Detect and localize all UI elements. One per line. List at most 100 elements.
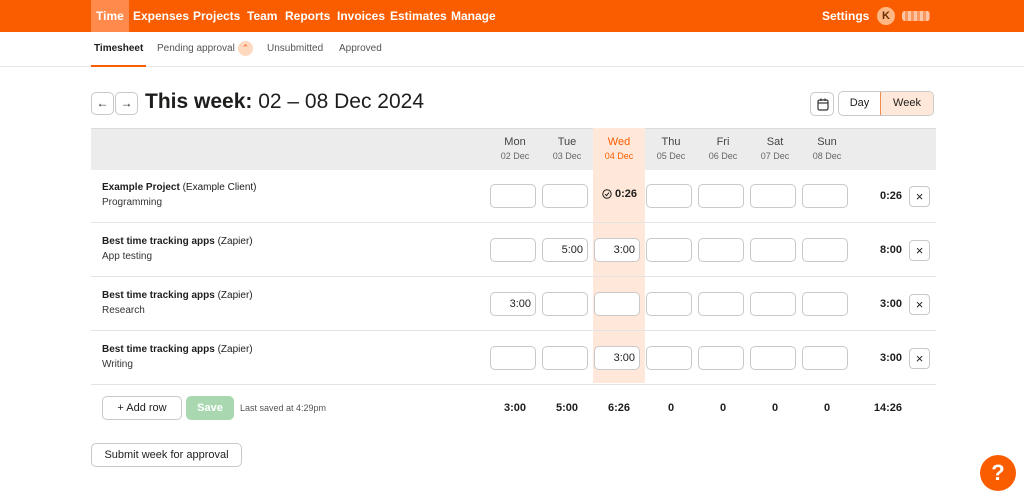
project-name: Best time tracking apps (102, 344, 215, 355)
time-entry-input[interactable] (750, 292, 796, 316)
project-name: Example Project (102, 182, 180, 193)
submit-week-button[interactable]: Submit week for approval (91, 443, 242, 467)
day-header-name: Thu (661, 136, 681, 148)
tab-approved[interactable]: Approved (336, 32, 385, 67)
user-avatar[interactable]: K (877, 7, 895, 25)
nav-estimates[interactable]: Estimates (385, 0, 452, 32)
tab-timesheet[interactable]: Timesheet (91, 32, 147, 67)
day-total: 6:26 (607, 402, 631, 414)
page-title: This week: 02 – 08 Dec 2024 (145, 90, 424, 114)
time-entry-input[interactable] (698, 238, 744, 262)
nav-projects[interactable]: Projects (188, 0, 245, 32)
nav-time[interactable]: Time (91, 0, 129, 32)
delete-row-button[interactable]: × (909, 240, 930, 261)
day-view-button[interactable]: Day (839, 92, 880, 115)
time-entry-input[interactable] (594, 292, 640, 316)
time-entry-input[interactable]: 5:00 (542, 238, 588, 262)
time-entry-input[interactable] (802, 292, 848, 316)
time-entry-input[interactable] (802, 346, 848, 370)
day-total: 0 (667, 402, 675, 414)
nav-expenses[interactable]: Expenses (128, 0, 194, 32)
nav-team[interactable]: Team (242, 0, 282, 32)
day-header-date: 03 Dec (552, 151, 582, 161)
row-project: Best time tracking apps (Zapier) (102, 290, 253, 301)
row-total: 3:00 (879, 352, 902, 364)
day-header-date: 04 Dec (604, 151, 634, 161)
tab-unsubmitted[interactable]: Unsubmitted (264, 32, 326, 67)
nav-invoices[interactable]: Invoices (332, 0, 390, 32)
row-total: 8:00 (879, 244, 902, 256)
day-total: 0 (771, 402, 779, 414)
running-timer[interactable]: 0:26 (602, 188, 637, 200)
time-entry-input[interactable] (698, 184, 744, 208)
calendar-button[interactable] (810, 92, 834, 116)
settings-link[interactable]: Settings (817, 0, 874, 32)
timesheet-subnav: Timesheet Pending approval ⌃ Unsubmitted … (0, 32, 1024, 67)
day-total: 0 (823, 402, 831, 414)
row-project: Best time tracking apps (Zapier) (102, 344, 253, 355)
client-name: (Zapier) (217, 344, 253, 355)
day-header-date: 08 Dec (812, 151, 842, 161)
time-entry-input[interactable] (542, 292, 588, 316)
page-title-prefix: This week: (145, 90, 253, 113)
time-entry-input[interactable] (542, 184, 588, 208)
delete-row-button[interactable]: × (909, 348, 930, 369)
calendar-icon (817, 98, 829, 111)
add-row-button[interactable]: + Add row (102, 396, 182, 420)
page-title-range: 02 – 08 Dec 2024 (258, 90, 425, 113)
time-entry-input[interactable] (698, 346, 744, 370)
time-entry-input[interactable] (490, 346, 536, 370)
task-name: Writing (102, 359, 133, 370)
time-entry-input[interactable] (750, 184, 796, 208)
timer-value: 0:26 (615, 188, 638, 200)
user-name-redacted[interactable] (902, 11, 930, 21)
time-entry-input[interactable] (750, 346, 796, 370)
day-header-name: Sat (766, 136, 784, 148)
tab-pending-approval-label: Pending approval (157, 43, 235, 54)
row-total: 3:00 (879, 298, 902, 310)
previous-week-button[interactable]: ← (91, 92, 114, 115)
top-navigation-bar: Time Expenses Projects Team Reports Invo… (0, 0, 1024, 32)
time-entry-input[interactable] (490, 238, 536, 262)
day-header-date: 05 Dec (656, 151, 686, 161)
day-total: 0 (719, 402, 727, 414)
nav-reports[interactable]: Reports (280, 0, 335, 32)
time-entry-input[interactable] (646, 346, 692, 370)
project-name: Best time tracking apps (102, 290, 215, 301)
time-entry-input[interactable] (646, 238, 692, 262)
time-entry-input[interactable] (802, 238, 848, 262)
next-week-button[interactable]: → (115, 92, 138, 115)
save-button[interactable]: Save (186, 396, 234, 420)
day-total: 5:00 (555, 402, 579, 414)
week-view-button[interactable]: Week (880, 92, 933, 115)
time-entry-input[interactable] (698, 292, 744, 316)
time-entry-input[interactable] (750, 238, 796, 262)
row-project: Best time tracking apps (Zapier) (102, 236, 253, 247)
delete-row-button[interactable]: × (909, 294, 930, 315)
time-entry-input[interactable] (646, 184, 692, 208)
help-button[interactable]: ? (980, 455, 1016, 491)
grand-total: 14:26 (873, 402, 902, 414)
day-total: 3:00 (503, 402, 527, 414)
tab-pending-approval[interactable]: Pending approval ⌃ (154, 32, 256, 67)
day-header-date: 02 Dec (500, 151, 530, 161)
day-header-date: 07 Dec (760, 151, 790, 161)
time-entry-input[interactable]: 3:00 (594, 238, 640, 262)
client-name: (Zapier) (217, 236, 253, 247)
time-entry-input[interactable]: 3:00 (594, 346, 640, 370)
time-entry-input[interactable] (490, 184, 536, 208)
client-name: (Zapier) (217, 290, 253, 301)
time-entry-input[interactable] (802, 184, 848, 208)
time-entry-input[interactable]: 3:00 (490, 292, 536, 316)
delete-row-button[interactable]: × (909, 186, 930, 207)
row-project: Example Project (Example Client) (102, 182, 257, 193)
project-name: Best time tracking apps (102, 236, 215, 247)
time-entry-input[interactable] (542, 346, 588, 370)
chevrons-up-icon: ⌃ (237, 40, 253, 56)
nav-manage[interactable]: Manage (446, 0, 501, 32)
day-header-name: Mon (504, 136, 526, 148)
time-entry-input[interactable] (646, 292, 692, 316)
day-header-name: Fri (716, 136, 730, 148)
day-header-name: Sun (817, 136, 837, 148)
day-header-name: Tue (557, 136, 577, 148)
